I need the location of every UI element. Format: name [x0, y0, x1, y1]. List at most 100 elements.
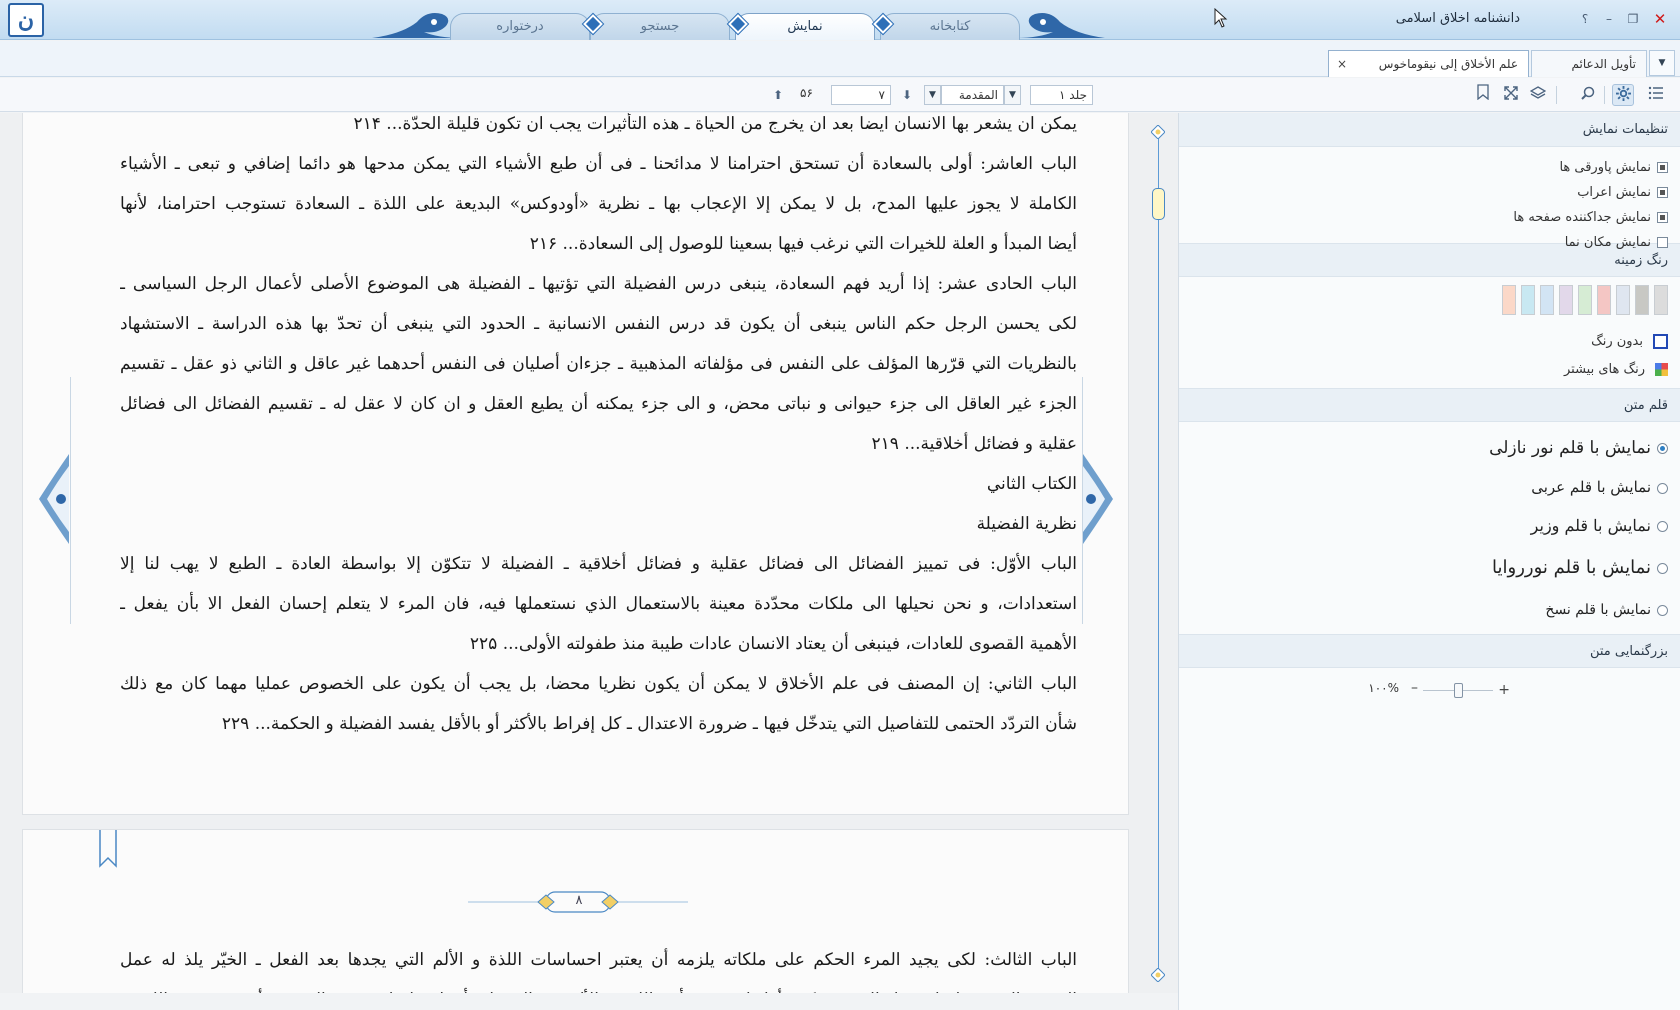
navigator-track	[1158, 133, 1159, 975]
page-input[interactable]: ۷	[831, 85, 891, 105]
display-options: نمایش پاورقی ها نمایش اعراب نمایش جداکنن…	[1179, 147, 1680, 250]
list-icon[interactable]	[1645, 84, 1667, 106]
app-title: دانشنامه اخلاق اسلامی	[1395, 11, 1520, 26]
radio-button[interactable]	[1657, 482, 1668, 494]
font-option-noor-nazli[interactable]: نمایش با قلم نور نازلی	[1179, 428, 1680, 468]
toolbar-separator	[1604, 86, 1605, 104]
font-option-naskh[interactable]: نمایش با قلم نسخ	[1179, 590, 1680, 630]
search-icon[interactable]	[1577, 84, 1599, 106]
minimize-button[interactable]: –	[1600, 10, 1618, 28]
color-swatches	[1179, 277, 1680, 329]
text-line: نظرية الفضيلة	[976, 514, 1077, 534]
navigator-handle[interactable]	[1152, 188, 1165, 220]
volume-field[interactable]: جلد ۱	[1030, 85, 1093, 105]
page-navigator[interactable]	[1130, 113, 1178, 993]
option-footnotes[interactable]: نمایش پاورقی ها	[1179, 155, 1680, 180]
close-tab-icon[interactable]: ×	[1337, 51, 1347, 77]
checkbox[interactable]	[1657, 162, 1668, 173]
checkbox[interactable]	[1657, 212, 1668, 223]
prev-page-button[interactable]: ⬆	[767, 84, 789, 106]
section-field[interactable]: المقدمة	[941, 85, 1004, 105]
radio-button[interactable]	[1657, 562, 1668, 574]
text-line: الجزء غير العاقل الى جزء حيوانى و نباتى …	[120, 394, 1077, 414]
bookmark-icon[interactable]	[1472, 84, 1494, 106]
total-pages: ۵۶	[800, 86, 813, 100]
navigator-bottom-gem-icon[interactable]	[1151, 968, 1165, 982]
text-line: أيضا المبدأ و العلة للخيرات التي نرغب في…	[529, 234, 1077, 254]
text-line: شأن التردّد الحتمى للتفاصيل التي يتدخّل …	[221, 714, 1077, 734]
book-page: ۸ الباب الثالث: لكى يجيد المرء الحكم على…	[22, 829, 1129, 993]
tab-library[interactable]: کتابخانه	[880, 13, 1020, 40]
layers-icon[interactable]	[1527, 84, 1549, 106]
tab-search[interactable]: جستجو	[590, 13, 730, 40]
radio-button[interactable]	[1657, 604, 1668, 616]
tabs-dropdown-button[interactable]: ▼	[1649, 50, 1675, 76]
doc-tab-tawil[interactable]: تأویل الدعائم	[1531, 50, 1647, 77]
text-line: بالنظريات التي قرّرها المؤلف على النفس ف…	[120, 354, 1077, 374]
margin-ornament-left	[39, 454, 69, 544]
right-tab-ornament	[1015, 13, 1105, 38]
section-heading: قلم متن	[1179, 388, 1680, 422]
checkbox[interactable]	[1657, 187, 1668, 198]
app-logo: ن	[8, 3, 44, 37]
no-color-swatch[interactable]	[1653, 334, 1668, 349]
option-diacritics[interactable]: نمایش اعراب	[1179, 180, 1680, 205]
checkbox[interactable]	[1657, 237, 1668, 248]
color-swatch[interactable]	[1654, 285, 1668, 315]
restore-button[interactable]: ❐	[1624, 10, 1642, 28]
gear-icon[interactable]	[1612, 84, 1634, 106]
color-swatch[interactable]	[1502, 285, 1516, 315]
title-bar: ن درختواره جستجو نمایش کتابخانه دانشنامه…	[0, 0, 1680, 40]
text-line: الباب الثاني: إن المصنف فى علم الأخلاق ل…	[120, 674, 1077, 694]
next-page-button[interactable]: ⬇	[896, 84, 918, 106]
left-tab-ornament	[372, 13, 462, 38]
text-line: الباب الأوّل: فى تمييز الفضائل الى فضائل…	[120, 554, 1077, 574]
zoom-slider-thumb[interactable]	[1454, 683, 1463, 698]
page-number: ۸	[575, 893, 583, 908]
font-option-noorravaya[interactable]: نمایش با قلم نورروایا	[1179, 546, 1680, 590]
text-line: الباب العاشر: أولى بالسعادة أن تستحق احت…	[120, 154, 1077, 174]
doc-tab-label: تأویل الدعائم	[1571, 57, 1636, 71]
toolbar-separator	[1556, 86, 1557, 104]
navigator-top-gem-icon[interactable]	[1151, 125, 1165, 139]
volume-dropdown-button[interactable]: ▼	[1004, 85, 1021, 105]
option-page-separators[interactable]: نمایش جداکننده صفحه ها	[1179, 205, 1680, 230]
font-option-arabic[interactable]: نمایش با قلم عربی	[1179, 468, 1680, 506]
color-swatch[interactable]	[1521, 285, 1535, 315]
color-swatch[interactable]	[1616, 285, 1630, 315]
radio-button[interactable]	[1657, 521, 1668, 532]
section-dropdown-button[interactable]: ▼	[924, 85, 941, 105]
zoom-out-button[interactable]: –	[1411, 680, 1418, 696]
close-button[interactable]: ✕	[1651, 10, 1669, 28]
text-line: عقلية و فضائل أخلاقية... ۲۱۹	[871, 434, 1077, 454]
font-option-vazir[interactable]: نمایش با قلم وزیر	[1179, 506, 1680, 546]
zoom-in-button[interactable]: +	[1498, 682, 1510, 698]
color-swatch[interactable]	[1635, 285, 1649, 315]
text-line: لكى يحسن الرجل حكم الناس ينبغى أن يكون ق…	[120, 314, 1077, 334]
doc-tab-label: علم الأخلاق إلى نيقوماخوس	[1378, 57, 1518, 71]
page-text: الباب الثالث: لكى يجيد المرء الحكم على م…	[120, 940, 1077, 993]
help-button[interactable]: ؟	[1576, 10, 1594, 28]
page-text: يمكن ان يشعر بها الانسان ايضا بعد ان يخر…	[120, 113, 1077, 744]
zoom-control: + – ۱۰۰%	[1179, 668, 1680, 712]
zoom-value: ۱۰۰%	[1368, 681, 1399, 695]
text-line: الكاملة لا يجوز عليها المدح، بل لا يمكن …	[120, 194, 1077, 214]
reading-area[interactable]: يمكن ان يشعر بها الانسان ايضا بعد ان يخر…	[0, 113, 1178, 993]
color-swatch[interactable]	[1540, 285, 1554, 315]
doc-tab-ethics[interactable]: علم الأخلاق إلى نيقوماخوس ×	[1328, 50, 1529, 77]
color-swatch[interactable]	[1559, 285, 1573, 315]
color-swatch[interactable]	[1597, 285, 1611, 315]
no-color-option[interactable]: بدون رنگ	[1179, 329, 1680, 354]
tab-display[interactable]: نمایش	[735, 13, 875, 40]
bookmark-icon[interactable]	[98, 830, 118, 868]
color-swatch[interactable]	[1578, 285, 1592, 315]
tab-tree[interactable]: درختواره	[450, 13, 590, 40]
more-colors-option[interactable]: رنگ های بیشتر	[1179, 357, 1680, 382]
text-line: يمكن ان يشعر بها الانسان ايضا بعد ان يخر…	[353, 114, 1077, 134]
display-settings-panel: تنظیمات نمایش نمایش پاورقی ها نمایش اعرا…	[1178, 113, 1680, 1010]
text-line: الباب الثالث: لكى يجيد المرء الحكم على م…	[120, 950, 1077, 970]
section-heading: تنظیمات نمایش	[1179, 113, 1680, 147]
radio-button[interactable]	[1657, 443, 1668, 454]
text-line: استعدادات، و نحن نحيلها الى ملكات محدّدة…	[120, 594, 1077, 614]
fullscreen-icon[interactable]	[1500, 84, 1522, 106]
